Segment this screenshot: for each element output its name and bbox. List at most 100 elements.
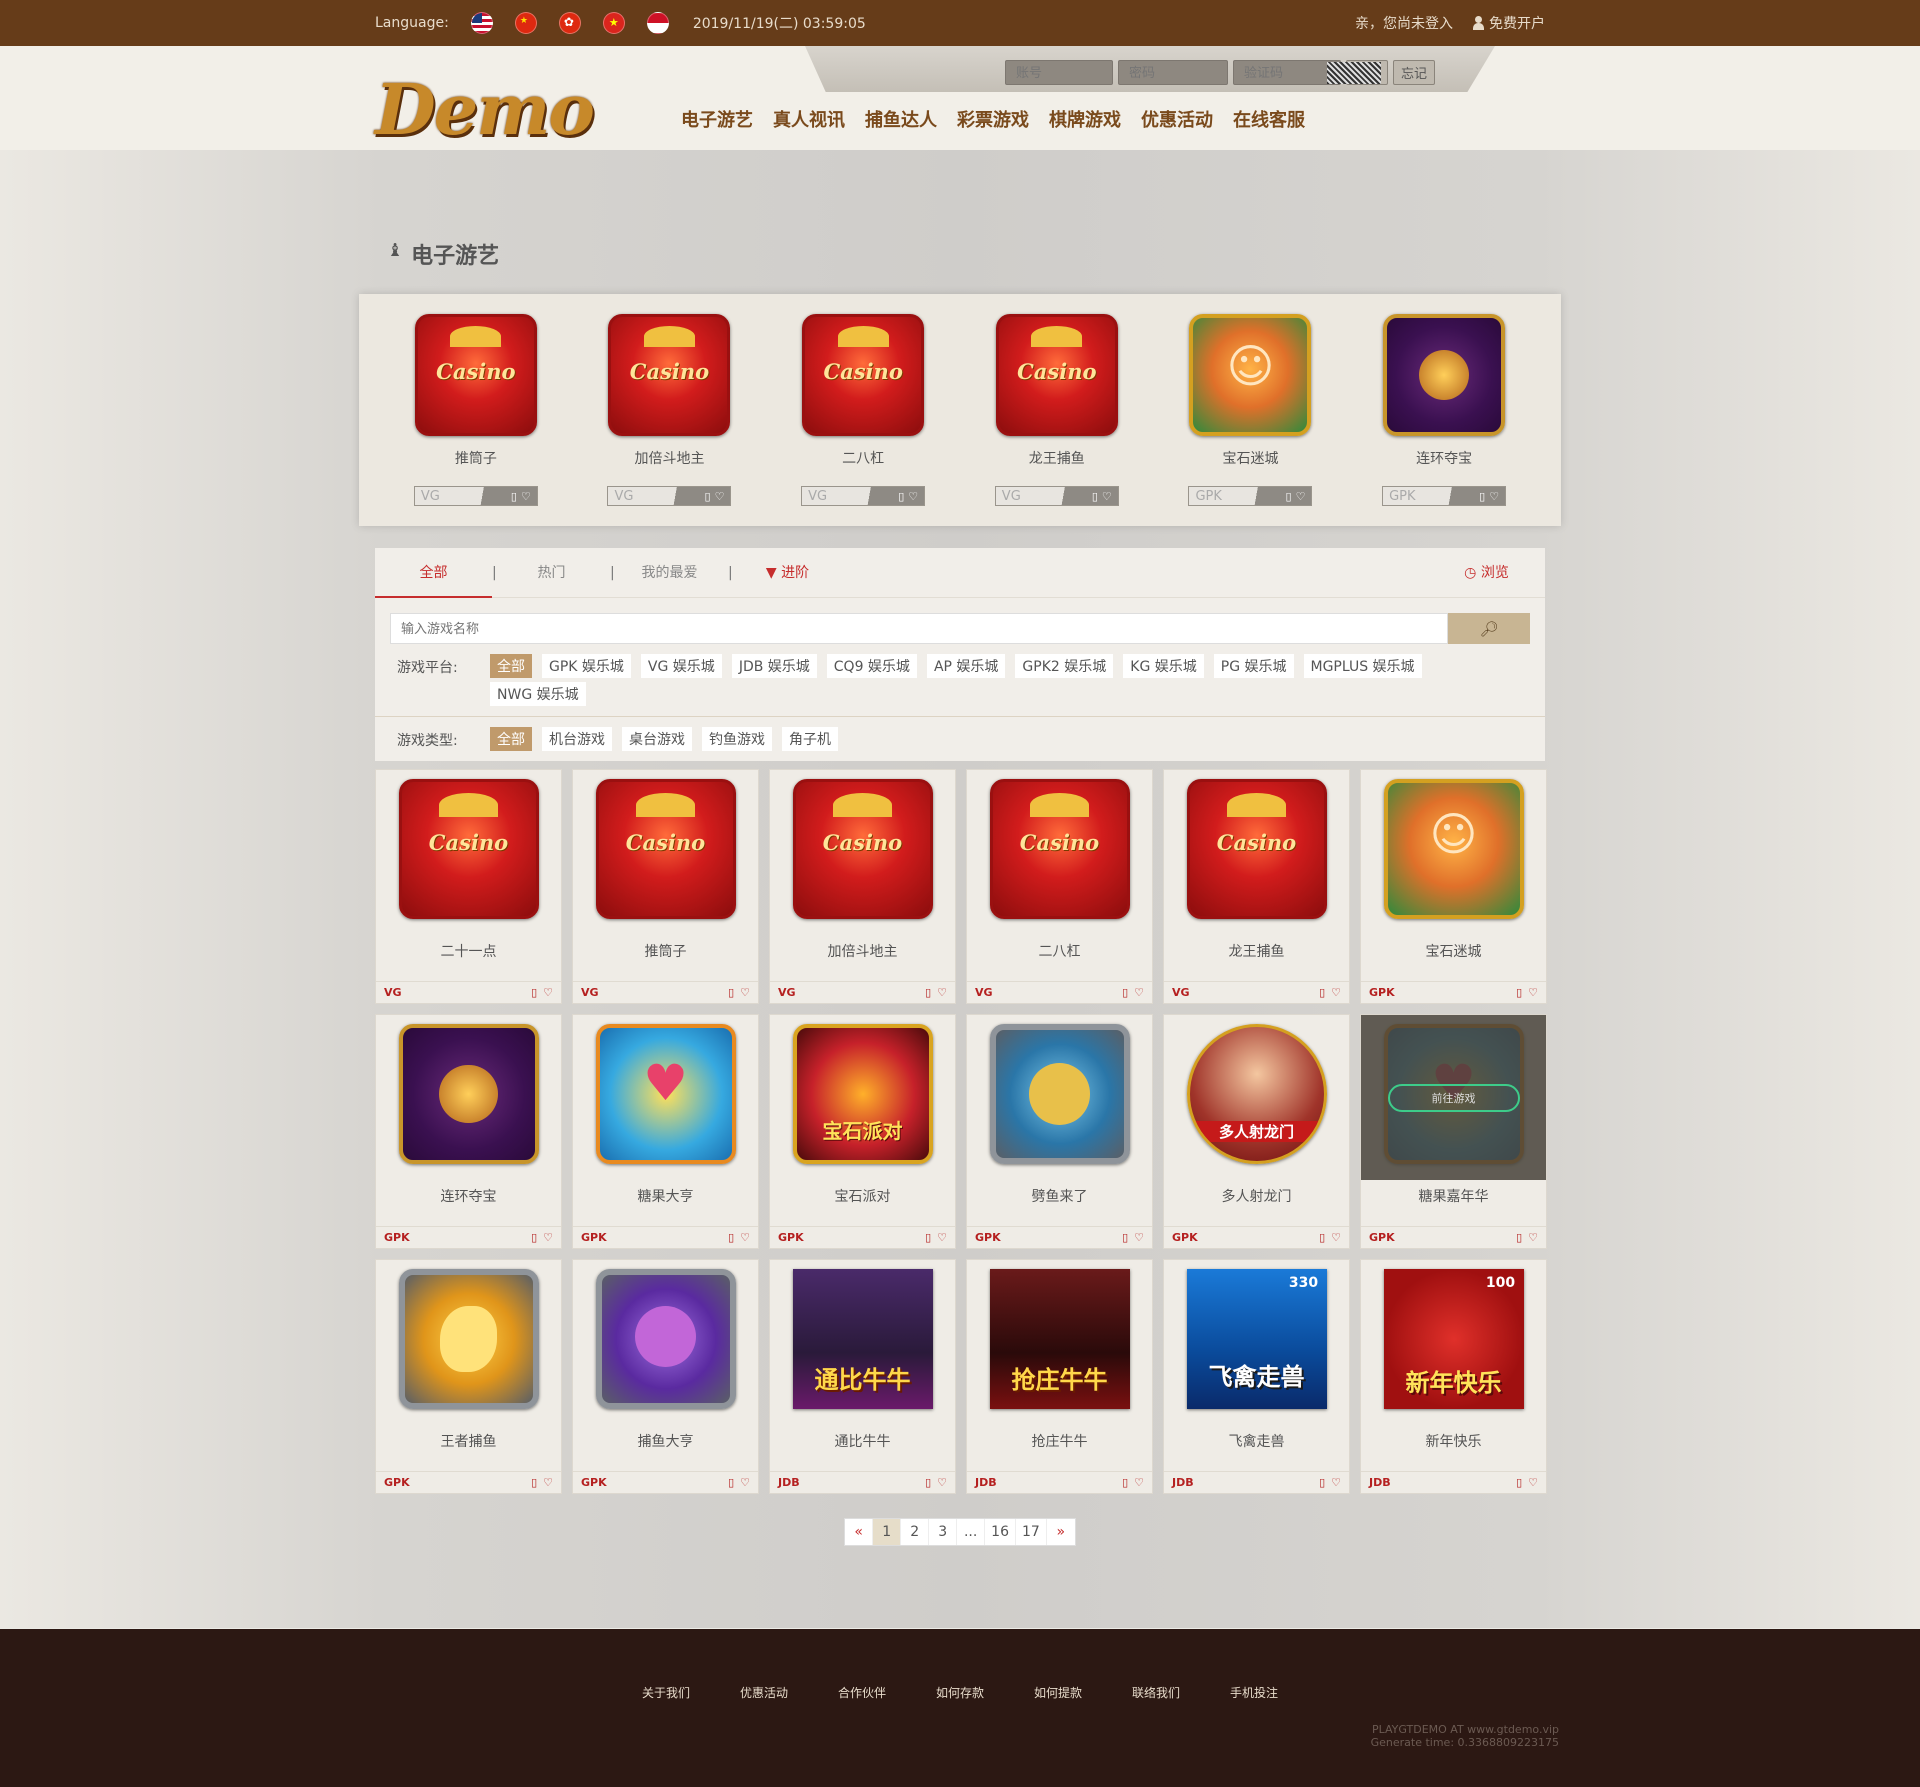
platform-chip[interactable]: GPK2 娱乐城: [1015, 654, 1114, 678]
heart-icon[interactable]: ♡: [740, 1231, 750, 1244]
game-card[interactable]: 龙王捕鱼VG▯♡: [1163, 769, 1350, 1004]
heart-icon[interactable]: ♡: [1528, 986, 1538, 999]
page-item[interactable]: 16: [985, 1519, 1016, 1545]
game-icon[interactable]: [1383, 314, 1506, 436]
platform-chip[interactable]: NWG 娱乐城: [490, 682, 586, 706]
nav-item-support[interactable]: 在线客服: [1233, 106, 1305, 132]
heart-icon[interactable]: ♡: [1134, 1476, 1144, 1489]
game-icon[interactable]: [1383, 1269, 1524, 1409]
search-button[interactable]: 🔎︎: [1448, 613, 1530, 644]
game-card[interactable]: 劈鱼来了 GPK ▯ ♡: [966, 1014, 1153, 1249]
heart-icon[interactable]: ♡: [543, 1476, 553, 1489]
game-card[interactable]: 二八杠VG▯♡: [966, 769, 1153, 1004]
mobile-icon[interactable]: ▯: [531, 986, 537, 999]
game-icon[interactable]: [414, 314, 537, 436]
game-icon[interactable]: [802, 314, 925, 436]
platform-chip[interactable]: CQ9 娱乐城: [826, 654, 917, 678]
search-input[interactable]: [390, 613, 1448, 644]
mobile-icon[interactable]: ▯: [705, 490, 711, 503]
platform-chip[interactable]: PG 娱乐城: [1213, 654, 1294, 678]
game-card[interactable]: 多人射龙门GPK▯♡: [1163, 1014, 1350, 1249]
heart-icon[interactable]: ♡: [1489, 490, 1499, 503]
featured-game[interactable]: 龙王捕鱼VG▯♡: [994, 314, 1119, 526]
tab-all[interactable]: 全部: [375, 548, 492, 598]
heart-icon[interactable]: ♡: [740, 986, 750, 999]
heart-icon[interactable]: ♡: [937, 1231, 947, 1244]
heart-icon[interactable]: ♡: [543, 986, 553, 999]
game-card[interactable]: 宝石派对GPK▯♡: [769, 1014, 956, 1249]
featured-game[interactable]: 宝石迷城GPK▯♡: [1188, 314, 1313, 526]
page-item[interactable]: «: [845, 1519, 874, 1545]
featured-game[interactable]: 二八杠VG▯♡: [801, 314, 926, 526]
captcha-image[interactable]: [1327, 62, 1381, 84]
play-game-button[interactable]: 前往游戏: [1387, 1083, 1520, 1112]
mobile-icon[interactable]: ▯: [925, 986, 931, 999]
page-item[interactable]: »: [1047, 1519, 1075, 1545]
platform-chip[interactable]: GPK 娱乐城: [542, 654, 631, 678]
footer-link[interactable]: 合作伙伴: [813, 1684, 911, 1701]
footer-link[interactable]: 优惠活动: [715, 1684, 813, 1701]
tab-advanced[interactable]: ▼ 进阶: [729, 548, 846, 598]
tab-browse[interactable]: ◷ 浏览: [1428, 548, 1545, 598]
game-card[interactable]: 加倍斗地主VG▯♡: [769, 769, 956, 1004]
nav-item-live[interactable]: 真人视讯: [773, 106, 845, 132]
footer-link[interactable]: 关于我们: [617, 1684, 715, 1701]
password-input[interactable]: [1118, 60, 1228, 85]
page-item[interactable]: 3: [929, 1519, 958, 1545]
game-icon[interactable]: [1186, 779, 1327, 919]
heart-icon[interactable]: ♡: [543, 1231, 553, 1244]
mobile-icon[interactable]: ▯: [531, 1231, 537, 1244]
game-icon[interactable]: [1189, 314, 1312, 436]
game-card[interactable]: 通比牛牛JDB▯♡: [769, 1259, 956, 1494]
nav-item-fishing[interactable]: 捕鱼达人: [865, 106, 937, 132]
footer-link[interactable]: 如何存款: [911, 1684, 1009, 1701]
mobile-icon[interactable]: ▯: [1286, 490, 1292, 503]
game-icon[interactable]: [792, 1269, 933, 1409]
platform-chip[interactable]: JDB 娱乐城: [731, 654, 817, 678]
flag-id-icon[interactable]: [646, 12, 669, 34]
heart-icon[interactable]: ♡: [1331, 986, 1341, 999]
heart-icon[interactable]: ♡: [1134, 1231, 1144, 1244]
platform-chip[interactable]: MGPLUS 娱乐城: [1303, 654, 1422, 678]
page-item[interactable]: 17: [1016, 1519, 1047, 1545]
game-icon[interactable]: [989, 1269, 1130, 1409]
game-icon[interactable]: [595, 779, 736, 919]
heart-icon[interactable]: ♡: [715, 490, 725, 503]
heart-icon[interactable]: ♡: [740, 1476, 750, 1489]
game-icon[interactable]: [989, 779, 1130, 919]
game-icon[interactable]: [1186, 1024, 1327, 1164]
mobile-icon[interactable]: ▯: [925, 1476, 931, 1489]
mobile-icon[interactable]: ▯: [1092, 490, 1098, 503]
flag-vn-icon[interactable]: [602, 12, 625, 34]
game-card[interactable]: 捕鱼大亨 GPK ▯ ♡: [572, 1259, 759, 1494]
game-icon[interactable]: [1383, 779, 1524, 919]
game-card[interactable]: 抢庄牛牛JDB▯♡: [966, 1259, 1153, 1494]
game-card[interactable]: 二十一点VG▯♡: [375, 769, 562, 1004]
game-icon[interactable]: [792, 1024, 933, 1164]
game-icon[interactable]: [995, 314, 1118, 436]
flag-us-icon[interactable]: [470, 12, 493, 34]
mobile-icon[interactable]: ▯: [1516, 986, 1522, 999]
featured-game[interactable]: 加倍斗地主VG▯♡: [607, 314, 732, 526]
heart-icon[interactable]: ♡: [908, 490, 918, 503]
platform-chip[interactable]: KG 娱乐城: [1123, 654, 1204, 678]
type-chip[interactable]: 钓鱼游戏: [702, 727, 772, 751]
mobile-icon[interactable]: ▯: [898, 490, 904, 503]
mobile-icon[interactable]: ▯: [511, 490, 517, 503]
mobile-icon[interactable]: ▯: [728, 1476, 734, 1489]
heart-icon[interactable]: ♡: [1102, 490, 1112, 503]
mobile-icon[interactable]: ▯: [1122, 1476, 1128, 1489]
featured-game[interactable]: 连环夺宝 GPK ▯ ♡: [1382, 314, 1507, 526]
type-chip[interactable]: 全部: [490, 727, 532, 751]
mobile-icon[interactable]: ▯: [1319, 986, 1325, 999]
nav-item-lottery[interactable]: 彩票游戏: [957, 106, 1029, 132]
footer-link[interactable]: 如何提款: [1009, 1684, 1107, 1701]
mobile-icon[interactable]: ▯: [728, 986, 734, 999]
game-icon[interactable]: [595, 1024, 736, 1164]
mobile-icon[interactable]: ▯: [1479, 490, 1485, 503]
nav-item-promotions[interactable]: 优惠活动: [1141, 106, 1213, 132]
heart-icon[interactable]: ♡: [1528, 1476, 1538, 1489]
mobile-icon[interactable]: ▯: [1122, 1231, 1128, 1244]
game-icon[interactable]: [398, 1024, 539, 1164]
flag-cn-icon[interactable]: [514, 12, 537, 34]
